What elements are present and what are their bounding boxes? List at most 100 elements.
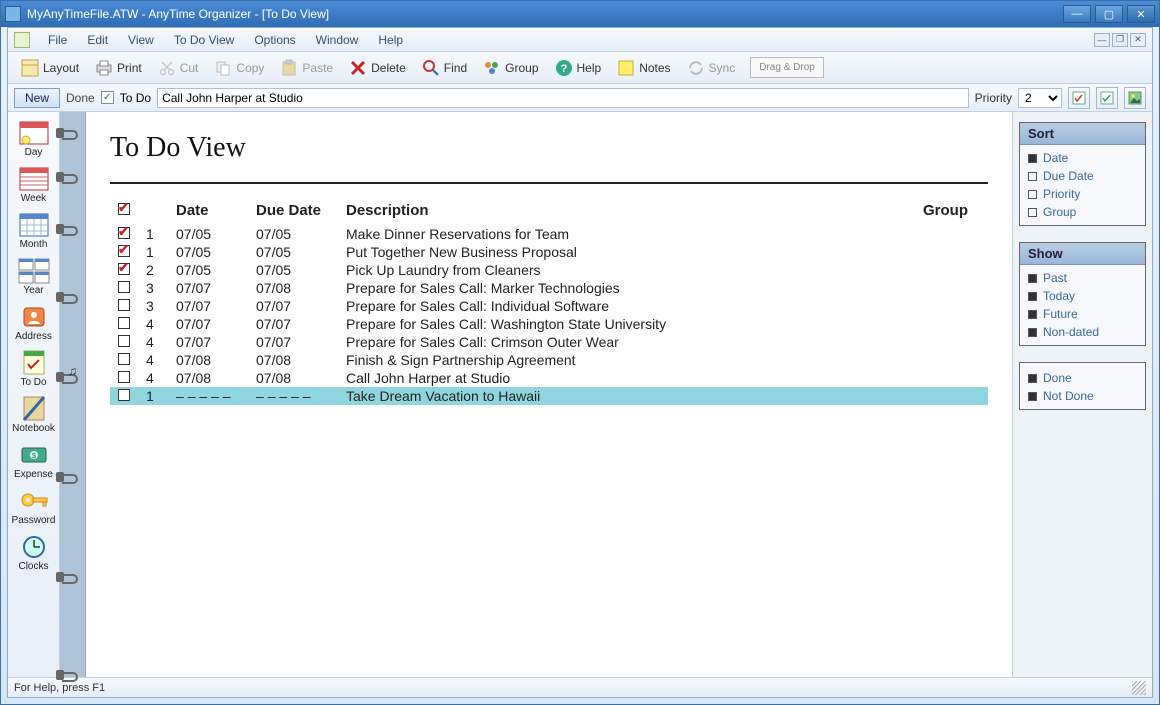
notes-button[interactable]: Notes: [610, 55, 677, 81]
table-row[interactable]: 107/0507/05Make Dinner Reservations for …: [110, 225, 988, 243]
table-row[interactable]: 407/0707/07Prepare for Sales Call: Crims…: [110, 333, 988, 351]
sidebar-item-clocks[interactable]: Clocks: [10, 530, 58, 576]
filter-checkbox[interactable]: [1028, 208, 1037, 217]
help-label: Help: [577, 61, 602, 75]
row-priority: 1: [138, 243, 168, 261]
table-row[interactable]: 307/0707/07Prepare for Sales Call: Indiv…: [110, 297, 988, 315]
sidebar-item-expense[interactable]: $Expense: [10, 438, 58, 484]
maximize-button[interactable]: ▢: [1095, 5, 1123, 23]
row-checkbox[interactable]: [118, 245, 130, 257]
sidebar-item-week[interactable]: Week: [10, 162, 58, 208]
find-button[interactable]: Find: [415, 55, 474, 81]
menu-view[interactable]: View: [118, 31, 164, 49]
document-icon: [14, 32, 30, 48]
minimize-button[interactable]: —: [1063, 5, 1091, 23]
check-button[interactable]: [1096, 87, 1118, 109]
filter-group[interactable]: Group: [1028, 205, 1137, 219]
filter-date[interactable]: Date: [1028, 151, 1137, 165]
details-button[interactable]: [1068, 87, 1090, 109]
filter-label: Date: [1043, 151, 1068, 165]
filter-checkbox[interactable]: [1028, 328, 1037, 337]
view-button[interactable]: [1124, 87, 1146, 109]
cut-button[interactable]: Cut: [151, 55, 206, 81]
sidebar-item-day[interactable]: Day: [10, 116, 58, 162]
sidebar-item-label: Expense: [14, 469, 53, 480]
table-row[interactable]: 407/0807/08Call John Harper at Studio: [110, 369, 988, 387]
notes-label: Notes: [639, 61, 670, 75]
filter-checkbox[interactable]: [1028, 274, 1037, 283]
row-due: 07/08: [248, 369, 338, 387]
filter-past[interactable]: Past: [1028, 271, 1137, 285]
mdi-restore-button[interactable]: ❐: [1112, 33, 1128, 47]
paste-button[interactable]: Paste: [273, 55, 340, 81]
drag-drop-area[interactable]: Drag & Drop: [750, 57, 824, 78]
menu-to-do-view[interactable]: To Do View: [164, 31, 244, 49]
table-row[interactable]: 407/0807/08Finish & Sign Partnership Agr…: [110, 351, 988, 369]
header-due[interactable]: Due Date: [248, 198, 338, 225]
sidebar-item-to-do[interactable]: To Do: [10, 346, 58, 392]
filter-due-date[interactable]: Due Date: [1028, 169, 1137, 183]
row-checkbox[interactable]: [118, 227, 130, 239]
filter-not-done[interactable]: Not Done: [1028, 389, 1137, 403]
delete-button[interactable]: Delete: [342, 55, 413, 81]
sync-button[interactable]: Sync: [680, 55, 743, 81]
header-checkbox[interactable]: [110, 198, 138, 225]
mdi-close-button[interactable]: ✕: [1130, 33, 1146, 47]
filter-checkbox[interactable]: [1028, 172, 1037, 181]
filter-checkbox[interactable]: [1028, 154, 1037, 163]
filter-checkbox[interactable]: [1028, 310, 1037, 319]
sidebar-item-notebook[interactable]: Notebook: [10, 392, 58, 438]
menu-file[interactable]: File: [38, 31, 77, 49]
filter-checkbox[interactable]: [1028, 392, 1037, 401]
filter-checkbox[interactable]: [1028, 190, 1037, 199]
header-group[interactable]: Group: [908, 198, 988, 225]
row-checkbox[interactable]: [118, 317, 130, 329]
sidebar-item-password[interactable]: Password: [10, 484, 58, 530]
layout-label: Layout: [43, 61, 79, 75]
mdi-minimize-button[interactable]: —: [1094, 33, 1110, 47]
row-checkbox[interactable]: [118, 263, 130, 275]
filter-checkbox[interactable]: [1028, 292, 1037, 301]
todo-entry-input[interactable]: [157, 88, 969, 108]
new-button[interactable]: New: [14, 88, 60, 108]
help-button[interactable]: ? Help: [548, 55, 609, 81]
row-group: [908, 279, 988, 297]
resize-grip[interactable]: [1132, 681, 1146, 695]
filter-priority[interactable]: Priority: [1028, 187, 1137, 201]
print-button[interactable]: Print: [88, 55, 149, 81]
sidebar-item-label: Month: [20, 239, 48, 250]
sidebar-item-address[interactable]: Address: [10, 300, 58, 346]
row-checkbox[interactable]: [118, 353, 130, 365]
row-checkbox[interactable]: [118, 389, 130, 401]
close-button[interactable]: ✕: [1127, 5, 1155, 23]
filter-non-dated[interactable]: Non-dated: [1028, 325, 1137, 339]
sidebar-item-month[interactable]: Month: [10, 208, 58, 254]
menu-edit[interactable]: Edit: [77, 31, 118, 49]
group-button[interactable]: Group: [476, 55, 545, 81]
priority-select[interactable]: 2: [1018, 88, 1062, 108]
table-row[interactable]: 407/0707/07Prepare for Sales Call: Washi…: [110, 315, 988, 333]
table-row[interactable]: 107/0507/05Put Together New Business Pro…: [110, 243, 988, 261]
row-checkbox[interactable]: [118, 335, 130, 347]
header-date[interactable]: Date: [168, 198, 248, 225]
header-description[interactable]: Description: [338, 198, 908, 225]
row-checkbox[interactable]: [118, 299, 130, 311]
menu-window[interactable]: Window: [306, 31, 369, 49]
menu-options[interactable]: Options: [244, 31, 305, 49]
table-row[interactable]: 1– – – – –– – – – –Take Dream Vacation t…: [110, 387, 988, 405]
copy-button[interactable]: Copy: [207, 55, 271, 81]
menu-help[interactable]: Help: [368, 31, 413, 49]
sidebar-item-year[interactable]: Year: [10, 254, 58, 300]
layout-button[interactable]: Layout: [14, 55, 86, 81]
filter-done[interactable]: Done: [1028, 371, 1137, 385]
todo-checkbox[interactable]: ✓: [101, 91, 114, 104]
row-checkbox[interactable]: [118, 281, 130, 293]
sidebar-item-label: Clocks: [18, 561, 48, 572]
filter-today[interactable]: Today: [1028, 289, 1137, 303]
row-checkbox[interactable]: [118, 371, 130, 383]
filter-future[interactable]: Future: [1028, 307, 1137, 321]
table-row[interactable]: 207/0507/05Pick Up Laundry from Cleaners: [110, 261, 988, 279]
menu-bar: FileEditViewTo Do ViewOptionsWindowHelp …: [8, 28, 1152, 52]
filter-checkbox[interactable]: [1028, 374, 1037, 383]
table-row[interactable]: 307/0707/08Prepare for Sales Call: Marke…: [110, 279, 988, 297]
